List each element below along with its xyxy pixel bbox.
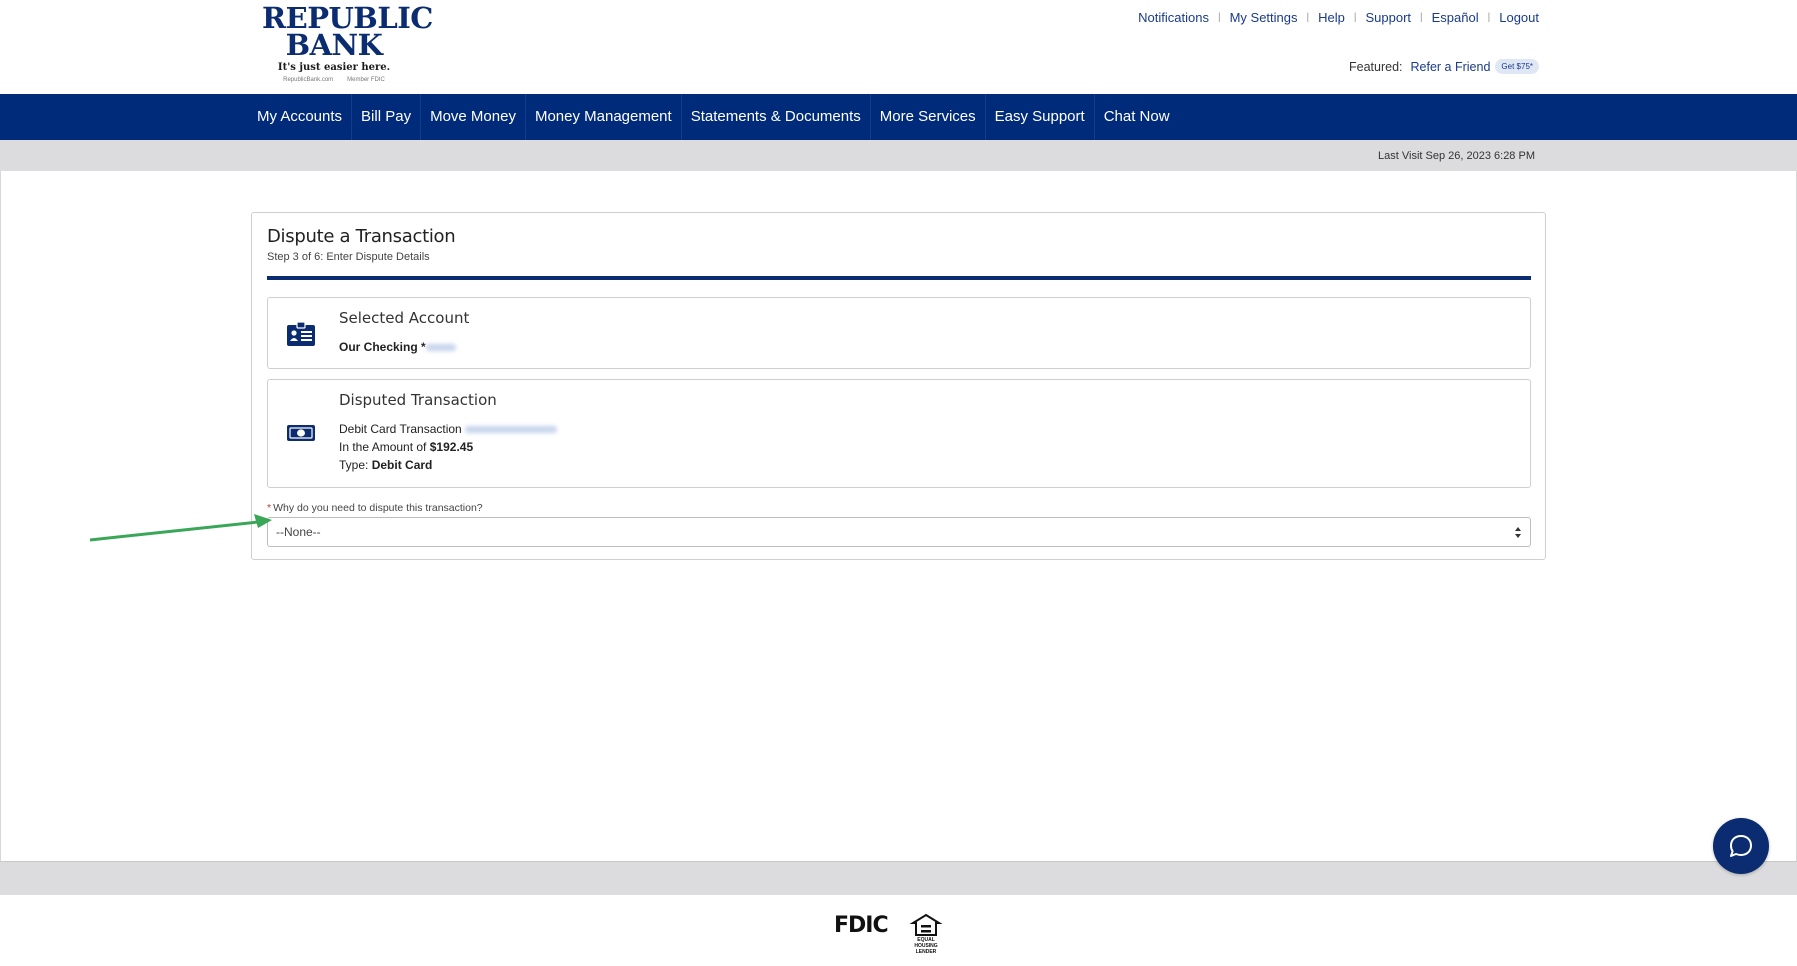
title-divider (267, 276, 1531, 280)
equal-housing-text: EQUAL HOUSING LENDER (914, 937, 938, 955)
transaction-desc-label: Debit Card Transaction (339, 422, 462, 436)
separator: | (1306, 12, 1310, 23)
nav-bill-pay[interactable]: Bill Pay (352, 94, 422, 140)
separator: | (1420, 12, 1423, 23)
select-arrows-icon (1515, 527, 1521, 538)
chat-button[interactable] (1713, 818, 1769, 874)
step-indicator: Step 3 of 6: Enter Dispute Details (267, 251, 430, 263)
masked-account-number (425, 344, 456, 352)
fdic-logo: FDIC (834, 913, 889, 938)
logo-line2: BANK (285, 28, 383, 62)
site-header: REPUBLIC BANK It's just easier here. Rep… (0, 0, 1797, 94)
link-logout[interactable]: Logout (1499, 10, 1539, 25)
dispute-reason-label: * Why do you need to dispute this transac… (267, 502, 483, 514)
dispute-reason-label-text: Why do you need to dispute this transact… (273, 502, 483, 514)
dispute-card: Dispute a Transaction Step 3 of 6: Enter… (251, 212, 1546, 560)
separator: | (1487, 12, 1491, 23)
logo-small-right: Member FDIC (347, 77, 385, 83)
logo-tagline: It's just easier here. (277, 62, 391, 73)
transaction-type-line: Type: Debit Card (339, 458, 432, 472)
footer-bar (0, 861, 1797, 895)
promo-badge[interactable]: Get $75* (1495, 59, 1539, 74)
dispute-reason-select[interactable]: --None-- (267, 517, 1531, 547)
separator: | (1217, 12, 1221, 23)
separator: | (1353, 12, 1357, 23)
transaction-desc-line: Debit Card Transaction (339, 422, 558, 436)
account-name: Our Checking * (339, 340, 426, 354)
link-support[interactable]: Support (1365, 10, 1411, 25)
annotation-arrow (89, 514, 272, 542)
featured-label: Featured: (1349, 59, 1403, 74)
disputed-transaction-panel: Disputed Transaction Debit Card Transact… (267, 379, 1531, 488)
link-my-settings[interactable]: My Settings (1230, 10, 1298, 25)
logo-small-print: RepublicBank.com Member FDIC (262, 77, 406, 83)
nav-my-accounts[interactable]: My Accounts (248, 94, 353, 140)
chat-bubble-icon (1730, 835, 1752, 857)
transaction-amount: $192.45 (429, 440, 474, 454)
nav-more-services[interactable]: More Services (871, 94, 986, 140)
disputed-transaction-heading: Disputed Transaction (339, 391, 497, 409)
selected-account-heading: Selected Account (339, 309, 470, 327)
amount-prefix: In the Amount of (339, 440, 427, 454)
equal-housing-icon: EQUAL HOUSING LENDER (905, 913, 947, 955)
selected-account-panel: Selected Account Our Checking * (267, 297, 1531, 369)
type-prefix: Type: (339, 458, 369, 472)
refer-a-friend-link[interactable]: Refer a Friend (1411, 60, 1491, 74)
id-card-icon (287, 321, 315, 346)
nav-statements-documents[interactable]: Statements & Documents (682, 94, 871, 140)
cash-icon (287, 425, 315, 441)
top-utility-links: Notifications | My Settings | Help | Sup… (1138, 10, 1539, 25)
account-name-line: Our Checking * (339, 340, 456, 354)
last-visit-text: Last Visit Sep 26, 2023 6:28 PM (1378, 150, 1535, 162)
nav-move-money[interactable]: Move Money (421, 94, 526, 140)
page-title: Dispute a Transaction (267, 226, 456, 247)
nav-money-management[interactable]: Money Management (526, 94, 682, 140)
link-help[interactable]: Help (1318, 10, 1345, 25)
nav-chat-now[interactable]: Chat Now (1095, 94, 1179, 140)
main-nav: My Accounts Bill Pay Move Money Money Ma… (0, 94, 1797, 140)
footer (0, 895, 1797, 966)
last-visit-bar: Last Visit Sep 26, 2023 6:28 PM (0, 140, 1797, 171)
republic-bank-logo[interactable]: REPUBLIC BANK It's just easier here. Rep… (262, 4, 433, 90)
transaction-amount-line: In the Amount of $192.45 (339, 440, 473, 454)
nav-easy-support[interactable]: Easy Support (986, 94, 1095, 140)
link-notifications[interactable]: Notifications (1138, 10, 1209, 25)
masked-transaction-detail (465, 426, 558, 434)
logo-small-left: RepublicBank.com (283, 77, 334, 83)
dispute-reason-selected-value: --None-- (276, 525, 321, 539)
featured-promo: Featured: Refer a Friend Get $75* (1349, 59, 1539, 74)
link-espanol[interactable]: Español (1432, 10, 1479, 25)
transaction-type: Debit Card (371, 458, 433, 472)
